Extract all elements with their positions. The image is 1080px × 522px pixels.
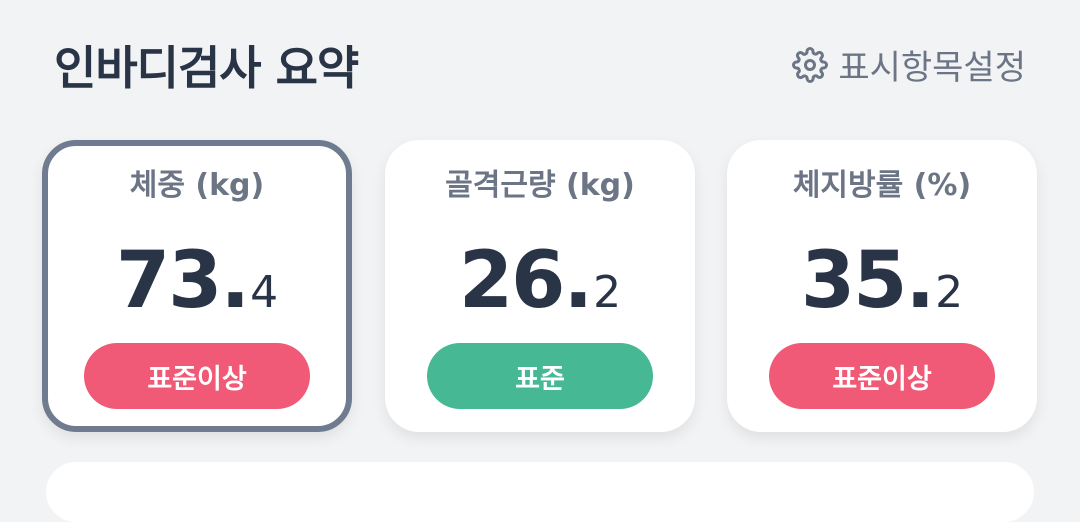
skeletal-muscle-status-badge: 표준	[427, 343, 653, 409]
skeletal-muscle-value-decimal: 2	[593, 267, 622, 318]
skeletal-muscle-label: 골격근량 (kg)	[445, 168, 635, 203]
skeletal-muscle-value: 26.2	[385, 236, 695, 326]
weight-card[interactable]: 체중 (kg) 73.4 표준이상	[42, 140, 352, 432]
next-section-card	[46, 462, 1034, 522]
body-fat-value-decimal: 2	[935, 267, 964, 318]
page-title: 인바디검사 요약	[54, 41, 359, 95]
body-fat-status-badge: 표준이상	[769, 343, 995, 409]
skeletal-muscle-value-int: 26	[458, 236, 566, 326]
body-fat-card[interactable]: 체지방률 (%) 35.2 표준이상	[727, 140, 1037, 432]
weight-value-dot: .	[220, 236, 251, 326]
gear-icon	[792, 46, 829, 83]
weight-value: 73.4	[48, 236, 346, 326]
body-fat-value-int: 35	[800, 236, 908, 326]
weight-status-badge: 표준이상	[84, 343, 310, 409]
weight-value-int: 73	[115, 236, 223, 326]
body-fat-value: 35.2	[727, 236, 1037, 326]
skeletal-muscle-card[interactable]: 골격근량 (kg) 26.2 표준	[385, 140, 695, 432]
weight-label: 체중 (kg)	[129, 168, 265, 203]
display-settings-button[interactable]: 표시항목설정	[792, 40, 1026, 89]
body-fat-value-dot: .	[905, 236, 936, 326]
display-settings-label: 표시항목설정	[838, 48, 1026, 88]
body-fat-label: 체지방률 (%)	[792, 168, 972, 203]
weight-value-decimal: 4	[250, 267, 279, 318]
skeletal-muscle-value-dot: .	[563, 236, 594, 326]
header: 인바디검사 요약 표시항목설정	[0, 0, 1080, 130]
